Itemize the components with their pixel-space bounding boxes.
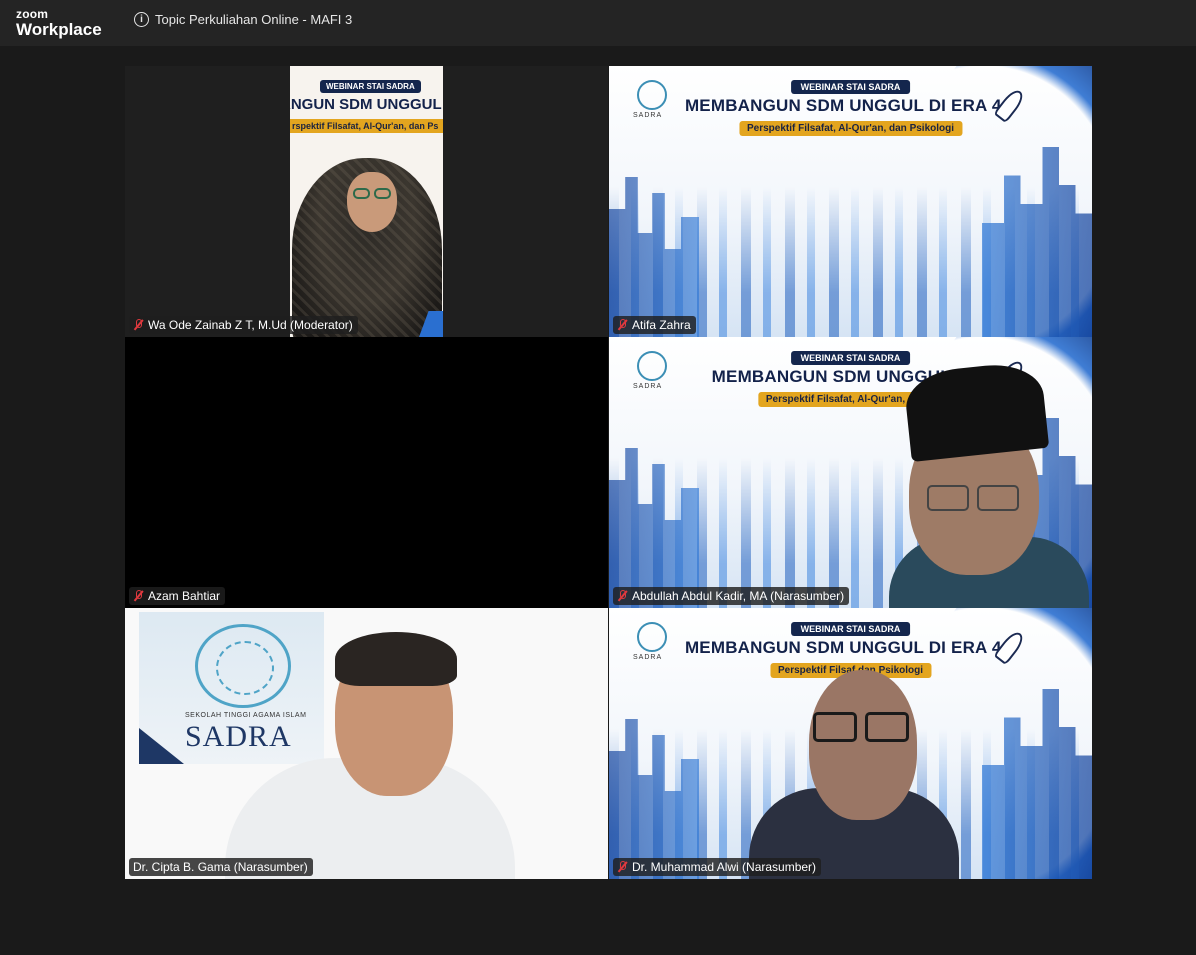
mic-muted-icon xyxy=(617,861,627,873)
video-tile-atifa[interactable]: SADRA WEBINAR STAI SADRA MEMBANGUN SDM U… xyxy=(609,66,1092,337)
slide-banner: WEBINAR STAI SADRA xyxy=(320,80,421,93)
sadra-logo-text: SADRA xyxy=(185,720,292,753)
participant-name-tag: Dr. Cipta B. Gama (Narasumber) xyxy=(129,858,313,876)
webinar-slide: SADRA WEBINAR STAI SADRA MEMBANGUN SDM U… xyxy=(609,66,1092,337)
glasses-icon xyxy=(374,188,391,199)
video-tile-cipta[interactable]: SEKOLAH TINGGI AGAMA ISLAM SADRA Dr. Cip… xyxy=(125,608,608,879)
moderator-video: WEBINAR STAI SADRA ANGUN SDM UNGGUL DI r… xyxy=(290,66,443,337)
participant-name: Dr. Cipta B. Gama (Narasumber) xyxy=(133,860,308,874)
slide-banner: WEBINAR STAI SADRA xyxy=(790,351,911,365)
mic-muted-icon xyxy=(617,590,627,602)
participant-name: Wa Ode Zainab Z T, M.Ud (Moderator) xyxy=(148,318,353,332)
cipta-hair xyxy=(335,632,457,686)
zoom-logo: zoom Workplace xyxy=(16,8,102,38)
slide-banner: WEBINAR STAI SADRA xyxy=(790,622,911,636)
glasses-icon xyxy=(977,485,1019,511)
logo-zoom-text: zoom xyxy=(16,7,49,21)
video-tile-abdullah[interactable]: SADRA WEBINAR STAI SADRA MEMBANGUN SDM U… xyxy=(609,337,1092,608)
glasses-icon xyxy=(813,712,857,742)
participant-name-tag: Atifa Zahra xyxy=(613,316,696,334)
slide-subline: Perspektif Filsafat, Al-Qur'an, dan Psik… xyxy=(738,121,963,136)
meeting-title: Topic Perkuliahan Online - MAFI 3 xyxy=(155,12,353,27)
glasses-icon xyxy=(927,485,969,511)
video-tile-moderator[interactable]: WEBINAR STAI SADRA ANGUN SDM UNGGUL DI r… xyxy=(125,66,608,337)
sadra-logo-banner: SEKOLAH TINGGI AGAMA ISLAM SADRA xyxy=(139,612,324,764)
slide-headline: ANGUN SDM UNGGUL DI xyxy=(290,96,443,113)
glasses-icon xyxy=(865,712,909,742)
participant-name: Dr. Muhammad Alwi (Narasumber) xyxy=(632,860,817,874)
participant-name-tag: Azam Bahtiar xyxy=(129,587,226,605)
moderator-face xyxy=(347,172,397,232)
participant-name: Atifa Zahra xyxy=(632,318,691,332)
logo-workplace-text: Workplace xyxy=(16,20,102,39)
video-tile-alwi[interactable]: SADRA WEBINAR STAI SADRA MEMBANGUN SDM U… xyxy=(609,608,1092,879)
participant-name: Abdullah Abdul Kadir, MA (Narasumber) xyxy=(632,589,845,603)
meeting-info-button[interactable]: i Topic Perkuliahan Online - MAFI 3 xyxy=(134,12,352,27)
glasses-icon xyxy=(353,188,370,199)
alwi-face xyxy=(809,670,917,820)
sadra-logo-small: SEKOLAH TINGGI AGAMA ISLAM xyxy=(185,712,307,719)
participant-name-tag: Abdullah Abdul Kadir, MA (Narasumber) xyxy=(613,587,850,605)
slide-banner: WEBINAR STAI SADRA xyxy=(790,80,911,94)
mic-muted-icon xyxy=(133,319,143,331)
participant-name-tag: Dr. Muhammad Alwi (Narasumber) xyxy=(613,858,822,876)
mic-muted-icon xyxy=(617,319,627,331)
mic-muted-icon xyxy=(133,590,143,602)
video-gallery: WEBINAR STAI SADRA ANGUN SDM UNGGUL DI r… xyxy=(0,46,1196,951)
slide-subline: rspektif Filsafat, Al-Qur'an, dan Ps xyxy=(290,119,443,133)
participant-name: Azam Bahtiar xyxy=(148,589,221,603)
participant-name-tag: Wa Ode Zainab Z T, M.Ud (Moderator) xyxy=(129,316,358,334)
sadra-emblem-icon xyxy=(195,624,291,708)
title-bar: zoom Workplace i Topic Perkuliahan Onlin… xyxy=(0,0,1196,46)
video-tile-azam[interactable]: Azam Bahtiar xyxy=(125,337,608,608)
info-icon: i xyxy=(134,12,149,27)
